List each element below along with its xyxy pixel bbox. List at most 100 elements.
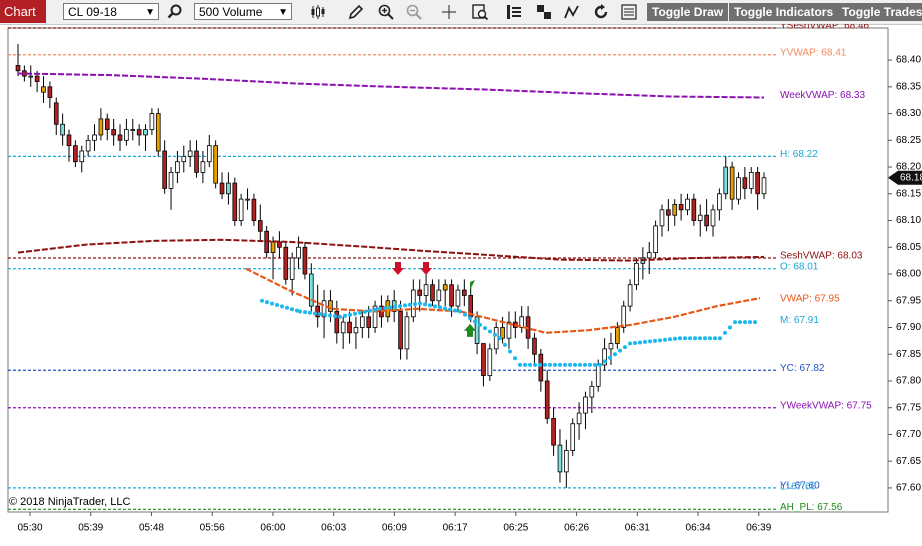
midpoint-dot [458,309,462,314]
time-tick-label: 05:48 [139,523,164,534]
time-tick-label: 06:31 [625,523,650,534]
midpoint-dot [638,340,642,345]
candle-body [296,246,301,259]
candle-body [589,385,595,398]
candle-body [194,150,199,173]
midpoint-dot [373,307,377,312]
midpoint-dot [383,306,387,311]
midpoint-dot [623,345,627,350]
midpoint-dot [333,314,337,319]
time-tick-label: 06:26 [564,523,589,534]
bar-type-selector[interactable]: 500 Volume ▼ [194,3,292,20]
candle-body [353,327,359,334]
midpoint-dot [358,310,362,315]
midpoint-dot [503,342,507,347]
midpoint-dot [518,362,522,367]
candle-body [748,171,754,189]
candle-body [73,145,78,163]
candle-body [685,198,690,211]
candle [570,418,576,456]
candle-body [423,284,429,296]
midpoint-dot [290,307,294,312]
candle-body [251,198,257,221]
price-tick-label: 67.60 [896,483,921,494]
midpoint-dot [748,320,752,325]
candle [653,220,658,258]
candle-body [717,193,722,211]
price-chart[interactable]: 68.4068.3568.3068.2568.2068.1568.1068.05… [0,24,922,546]
midpoint-dot [608,355,612,360]
candle-body [47,86,53,98]
crosshair-icon[interactable] [440,3,458,21]
midpoint-dot [275,302,279,307]
midpoint-dot [448,307,452,312]
candle [213,140,218,189]
midpoint-dot [753,320,757,325]
candle-body [289,257,295,280]
price-tick-label: 68.25 [896,135,921,146]
candle-body [104,118,110,131]
candle-body [111,129,116,136]
price-tick-label: 68.00 [896,269,921,280]
midpoint-dot [558,362,562,367]
midpoint-dot [388,305,392,310]
zoom-in-icon[interactable] [377,3,395,21]
time-tick-label: 05:39 [78,523,103,534]
candle-body [576,412,582,425]
candle-body [238,198,244,221]
candle-body [583,396,588,414]
candle [232,177,238,226]
midpoint-dot [708,336,712,341]
candle-body [41,86,46,93]
midpoint-dot [683,336,687,341]
midpoint-dot [508,349,512,354]
midpoint-dot [493,332,497,337]
midpoint-dot [743,320,747,325]
level-label: AH_PL: 67.56 [780,502,843,513]
candle-body [149,113,155,131]
candle-body [557,444,563,473]
candle-body [723,166,729,195]
candle-body [697,214,703,221]
price-tick-label: 67.65 [896,456,921,467]
toggle-trades-button[interactable]: Toggle Trades [837,3,922,21]
zoom-out-icon[interactable] [405,3,423,21]
candle-body [672,204,678,216]
candle-body [646,252,652,259]
toggle-draw-button[interactable]: Toggle Draw [647,3,729,21]
midpoint-dot [378,306,382,311]
plot-area [7,27,889,513]
chart-style-icon[interactable] [310,3,328,21]
chart-tab[interactable]: Chart [0,0,46,23]
search-icon[interactable] [166,3,184,21]
list-icon[interactable] [620,3,638,21]
candle-body [155,113,161,152]
candle-body [85,139,91,152]
indicator-label: M: 67.91 [780,315,819,326]
candle-body [66,134,72,147]
instrument-selector[interactable]: CL 09-18 ▼ [63,3,159,20]
level-label: YC: 67.82 [780,363,825,374]
midpoint-dot [523,362,527,367]
midpoint-dot [488,329,492,334]
toggle-indicators-button[interactable]: Toggle Indicators [729,3,839,21]
price-tick-label: 68.30 [896,108,921,119]
price-tick-label: 67.95 [896,295,921,306]
candle-body [417,289,423,296]
candle-body [270,241,276,254]
midpoint-dot [703,336,707,341]
pencil-icon[interactable] [347,3,365,21]
candle-body [608,343,614,350]
indicators-icon[interactable] [563,3,581,21]
candle-body [130,129,136,132]
refresh-icon[interactable] [592,3,610,21]
properties-icon[interactable] [505,3,523,21]
midpoint-dot [328,313,332,318]
candle-body [455,289,461,307]
midpoint-dot [573,362,577,367]
midpoint-dot [633,341,637,346]
midpoint-dot [368,308,372,313]
strategies-icon[interactable] [535,3,553,21]
midpoint-dot [428,303,432,308]
data-box-icon[interactable] [471,3,489,21]
